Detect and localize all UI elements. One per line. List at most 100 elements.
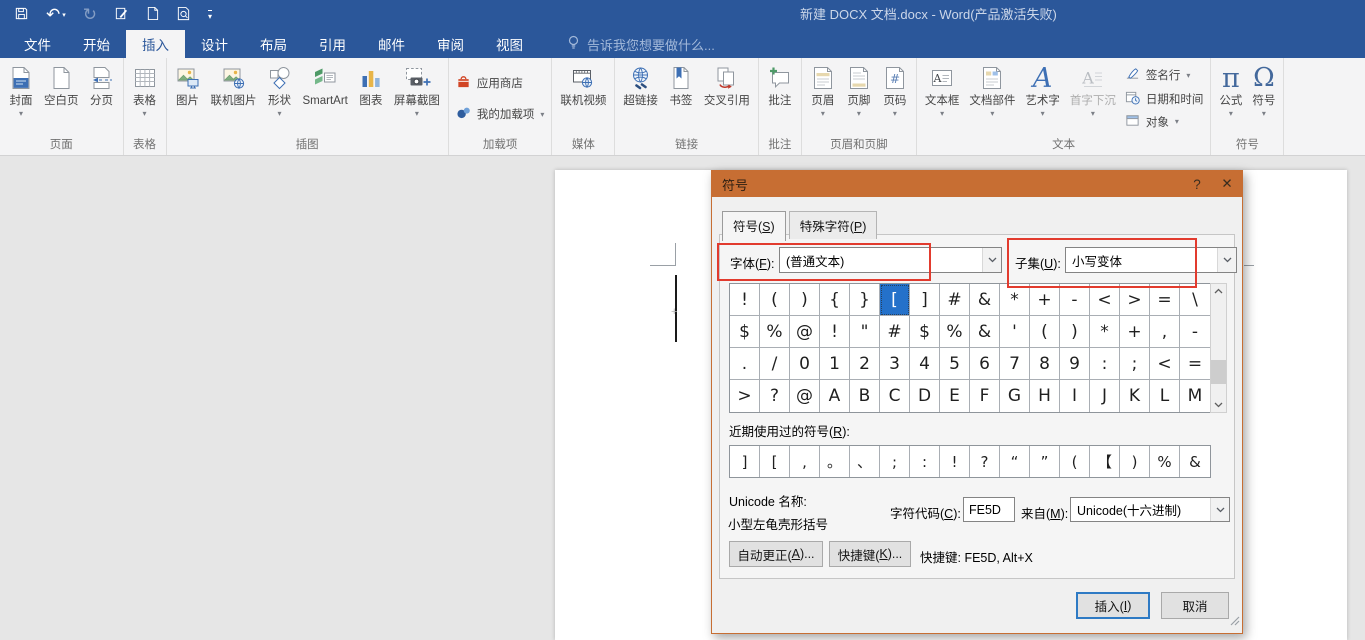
online-video-button[interactable]: 联机视频 [555,59,611,138]
tab-insert[interactable]: 插入 [126,30,185,58]
hyperlink-button[interactable]: 超链接 [618,59,663,138]
redo-button[interactable]: ↻ [83,6,97,24]
recent-symbol-cell[interactable]: % [1150,446,1180,477]
tell-me-box[interactable]: 告诉我您想要做什么... [539,30,715,58]
recent-symbol-cell[interactable]: , [790,446,820,477]
page-number-button[interactable]: #页码▾ [877,59,913,138]
symbol-cell[interactable]: , [1150,316,1180,348]
from-combobox[interactable]: Unicode(十六进制) [1070,497,1230,522]
symbol-cell[interactable]: & [970,316,1000,348]
symbol-cell[interactable]: 8 [1030,348,1060,380]
text-box-button[interactable]: A文本框▾ [920,59,965,138]
symbol-cell[interactable]: ] [910,284,940,316]
dialog-title-bar[interactable]: 符号 ? ✕ [712,171,1242,197]
signature-line-button[interactable]: 签名行▾ [1125,66,1204,84]
symbol-cell[interactable]: A [820,380,850,412]
symbol-cell[interactable]: ( [1030,316,1060,348]
symbol-cell[interactable]: $ [910,316,940,348]
scroll-down-icon[interactable] [1211,398,1226,412]
tab-view[interactable]: 视图 [480,30,539,58]
symbol-cell[interactable]: " [850,316,880,348]
symbol-cell[interactable]: = [1180,348,1210,380]
symbol-cell[interactable]: @ [790,316,820,348]
symbol-cell[interactable]: # [940,284,970,316]
recent-symbol-cell[interactable]: 。 [820,446,850,477]
print-preview-button[interactable] [176,6,191,25]
online-pictures-button[interactable]: 联机图片 [206,59,262,138]
chevron-down-icon[interactable] [1210,498,1229,521]
symbol-cell[interactable]: 3 [880,348,910,380]
symbol-cell[interactable]: = [1150,284,1180,316]
symbol-cell[interactable]: % [760,316,790,348]
symbol-cell[interactable]: 7 [1000,348,1030,380]
undo-button[interactable]: ↶▾ [46,6,66,24]
symbol-cell[interactable]: { [820,284,850,316]
dialog-help-button[interactable]: ? [1182,171,1212,197]
date-time-button[interactable]: 日期和时间 [1125,90,1204,108]
store-button[interactable]: 应用商店 [456,74,545,92]
scroll-up-icon[interactable] [1211,284,1226,298]
symbol-cell[interactable]: + [1030,284,1060,316]
symbol-cell[interactable]: > [730,380,760,412]
symbol-cell[interactable]: 6 [970,348,1000,380]
blank-page-button[interactable]: 空白页 [39,59,84,138]
symbol-cell[interactable]: \ [1180,284,1210,316]
smartart-button[interactable]: SmartArt [298,59,353,138]
symbol-cell[interactable]: I [1060,380,1090,412]
edit-document-button[interactable] [114,6,129,25]
symbol-cell[interactable]: H [1030,380,1060,412]
new-document-button[interactable] [146,6,159,25]
symbol-cell[interactable]: L [1150,380,1180,412]
comment-button[interactable]: 批注 [762,59,798,138]
symbol-cell[interactable]: @ [790,380,820,412]
recent-symbol-cell[interactable]: ? [970,446,1000,477]
symbol-cell[interactable]: K [1120,380,1150,412]
recent-symbol-cell[interactable]: ] [730,446,760,477]
symbol-cell[interactable]: . [730,348,760,380]
chevron-down-icon[interactable] [982,248,1001,272]
tab-home[interactable]: 开始 [67,30,126,58]
shapes-button[interactable]: 形状▾ [262,59,298,138]
symbol-cell[interactable]: ? [760,380,790,412]
recent-symbol-cell[interactable]: ; [880,446,910,477]
symbol-button[interactable]: Ω符号▾ [1247,59,1280,138]
equation-button[interactable]: π公式▾ [1214,59,1247,138]
symbol-cell[interactable]: > [1120,284,1150,316]
symbol-cell[interactable]: # [880,316,910,348]
pictures-button[interactable]: 图片 [170,59,206,138]
symbol-cell[interactable]: - [1060,284,1090,316]
autocorrect-button[interactable]: 自动更正(A)... [729,541,823,567]
symbol-cell[interactable]: + [1120,316,1150,348]
wordart-button[interactable]: A艺术字▾ [1020,59,1065,138]
symbol-cell[interactable]: $ [730,316,760,348]
symbol-cell[interactable]: - [1180,316,1210,348]
recent-symbol-cell[interactable]: “ [1000,446,1030,477]
symbol-cell[interactable]: E [940,380,970,412]
subset-combobox[interactable]: 小写变体 [1065,247,1237,273]
symbol-cell[interactable]: 2 [850,348,880,380]
save-button[interactable] [14,6,29,25]
recent-symbol-cell[interactable]: 【 [1090,446,1120,477]
symbol-cell[interactable]: * [1000,284,1030,316]
bookmark-button[interactable]: 书签 [663,59,699,138]
symbol-cell[interactable]: M [1180,380,1210,412]
recent-symbol-cell[interactable]: ) [1120,446,1150,477]
symbol-cell[interactable]: < [1150,348,1180,380]
symbol-cell[interactable]: & [970,284,1000,316]
symbol-cell[interactable]: ( [760,284,790,316]
drop-cap-button[interactable]: A首字下沉▾ [1065,59,1121,138]
footer-button[interactable]: 页脚▾ [841,59,877,138]
symbol-cell[interactable]: ; [1120,348,1150,380]
my-add-ins-button[interactable]: 我的加载项▾ [456,105,545,123]
symbol-cell[interactable]: 9 [1060,348,1090,380]
symbol-cell[interactable]: : [1090,348,1120,380]
recent-symbol-cell[interactable]: [ [760,446,790,477]
tab-layout[interactable]: 布局 [244,30,303,58]
symbol-cell[interactable]: ) [790,284,820,316]
recent-symbol-cell[interactable]: : [910,446,940,477]
symbol-cell[interactable]: * [1090,316,1120,348]
symbol-cell[interactable]: ) [1060,316,1090,348]
cover-page-button[interactable]: 封面▾ [3,59,39,138]
insert-button[interactable]: 插入(I) [1076,592,1150,619]
symbol-cell[interactable]: 5 [940,348,970,380]
